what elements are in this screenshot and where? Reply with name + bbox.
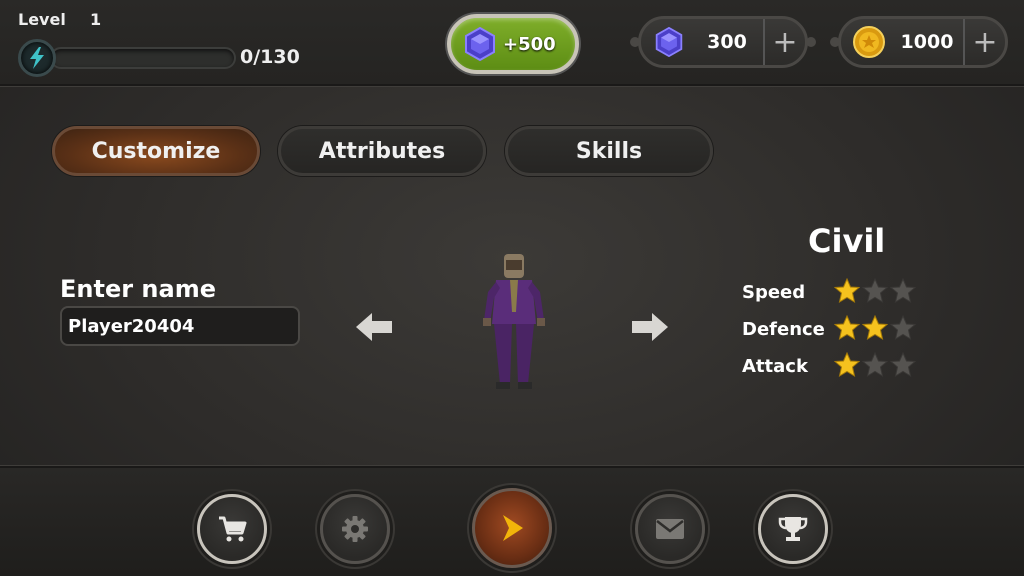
shop-button[interactable] [197, 494, 267, 564]
stat-attack-label: Attack [742, 356, 808, 377]
coins-amount: 1000 [900, 31, 954, 53]
gem-offer-label: +500 [503, 33, 556, 55]
tab-skills[interactable]: Skills [505, 126, 713, 176]
lightning-icon [18, 39, 56, 77]
top-bar: Level 1 0/130 +500 300 + 1000 + [0, 0, 1024, 86]
mail-icon [656, 519, 684, 539]
star-filled-icon [834, 278, 860, 304]
bottom-bar [0, 466, 1024, 576]
settings-button[interactable] [320, 494, 390, 564]
star-empty-icon [890, 315, 916, 341]
stat-defence-label: Defence [742, 319, 825, 340]
tab-attributes-label: Attributes [318, 138, 446, 164]
tab-customize-label: Customize [91, 138, 221, 164]
achievements-button[interactable] [758, 494, 828, 564]
xp-progress-bar [50, 47, 236, 69]
stat-defence-stars [834, 315, 916, 341]
character-model [483, 254, 545, 389]
stat-speed-stars [834, 278, 916, 304]
trophy-icon [778, 517, 808, 541]
previous-character-arrow-icon[interactable] [354, 310, 394, 344]
cart-icon [219, 516, 247, 542]
star-empty-icon [862, 352, 888, 378]
star-filled-icon [862, 315, 888, 341]
star-empty-icon [890, 352, 916, 378]
level-label: Level [18, 10, 66, 29]
add-gems-button[interactable]: + [763, 19, 805, 65]
class-name: Civil [808, 222, 886, 260]
name-input[interactable] [60, 306, 300, 346]
stat-attack-stars [834, 352, 916, 378]
play-button[interactable] [472, 488, 552, 568]
next-character-arrow-icon[interactable] [630, 310, 670, 344]
gems-amount: 300 [707, 31, 747, 53]
stat-speed-label: Speed [742, 282, 806, 303]
gems-counter: 300 + [638, 16, 808, 68]
tab-attributes[interactable]: Attributes [278, 126, 486, 176]
name-label: Enter name [60, 275, 216, 303]
star-filled-icon [834, 315, 860, 341]
mail-button[interactable] [635, 494, 705, 564]
gem-icon [465, 27, 495, 61]
star-empty-icon [862, 278, 888, 304]
coins-counter: 1000 + [838, 16, 1008, 68]
add-coins-button[interactable]: + [963, 19, 1005, 65]
level-value: 1 [90, 10, 102, 29]
gear-icon [342, 516, 368, 542]
xp-text: 0/130 [240, 46, 300, 68]
coin-icon [853, 26, 885, 58]
star-empty-icon [890, 278, 916, 304]
gem-icon [655, 27, 683, 57]
tab-skills-label: Skills [575, 138, 643, 164]
gem-offer-button[interactable]: +500 [447, 14, 579, 74]
play-icon [503, 515, 523, 541]
star-filled-icon [834, 352, 860, 378]
decor-bolt [806, 37, 816, 47]
game-screen: Level 1 0/130 +500 300 + 1000 + Customiz… [0, 0, 1024, 576]
tab-customize[interactable]: Customize [52, 126, 260, 176]
